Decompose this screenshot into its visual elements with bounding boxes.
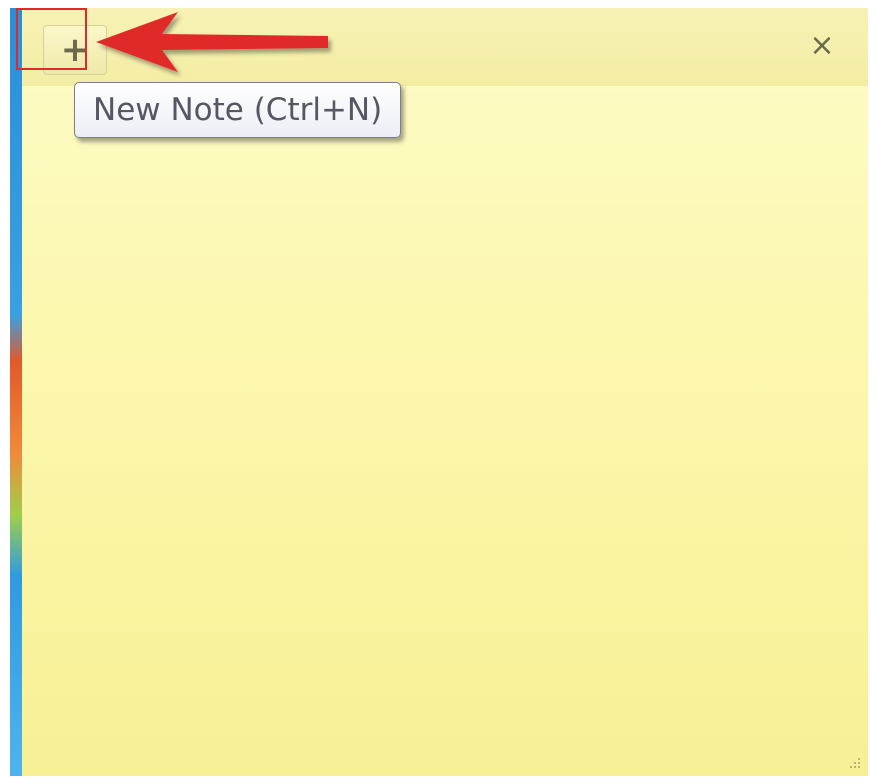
sticky-note-window: + × New Note (Ctrl+N) xyxy=(22,8,868,776)
note-titlebar xyxy=(22,8,868,86)
new-note-button[interactable]: + xyxy=(43,25,107,75)
close-icon: × xyxy=(809,28,835,63)
resize-grip-icon[interactable] xyxy=(846,754,862,770)
plus-icon: + xyxy=(60,30,90,70)
tooltip-text: New Note (Ctrl+N) xyxy=(93,92,383,128)
close-button[interactable]: × xyxy=(804,28,840,64)
screenshot-stage: + × New Note (Ctrl+N) xyxy=(0,0,870,778)
new-note-tooltip: New Note (Ctrl+N) xyxy=(74,82,402,138)
